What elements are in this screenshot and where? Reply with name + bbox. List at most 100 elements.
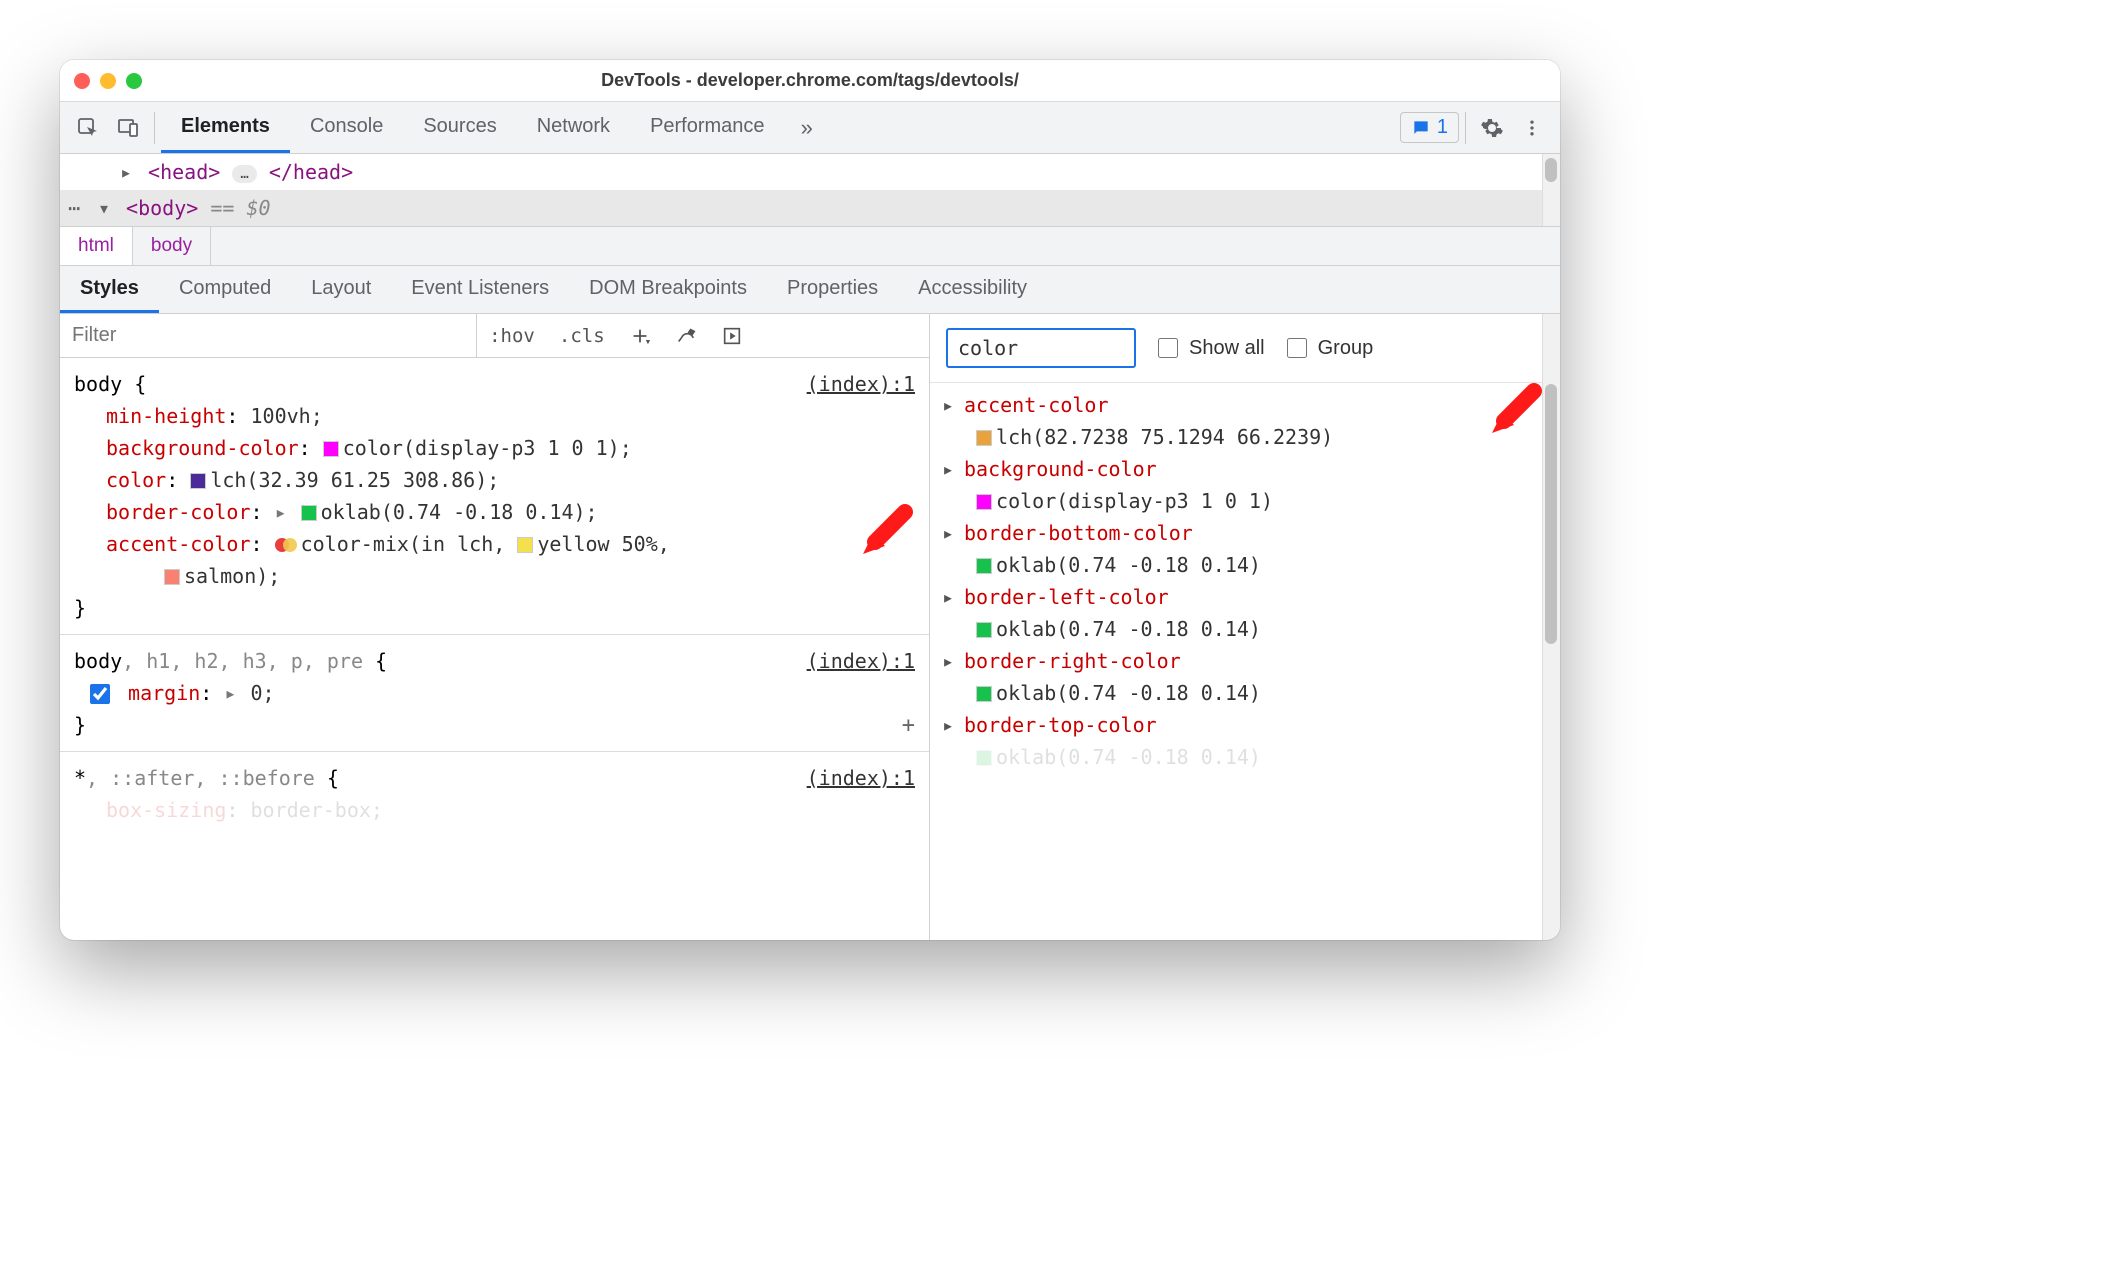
expand-icon[interactable]: ▸ bbox=[942, 517, 954, 549]
scrollbar[interactable] bbox=[1542, 154, 1560, 226]
show-all-input[interactable] bbox=[1158, 338, 1178, 358]
group-checkbox[interactable]: Group bbox=[1283, 335, 1374, 361]
computed-property[interactable]: ▸ border-left-color oklab(0.74 -0.18 0.1… bbox=[936, 581, 1560, 645]
scroll-thumb[interactable] bbox=[1545, 384, 1557, 644]
prop-value: color-mix(in lch, bbox=[301, 532, 518, 556]
color-swatch-icon[interactable] bbox=[190, 473, 206, 489]
color-swatch-icon[interactable] bbox=[976, 558, 992, 574]
css-property[interactable]: background-color: color(display-p3 1 0 1… bbox=[74, 432, 915, 464]
tab-elements[interactable]: Elements bbox=[161, 102, 290, 153]
computed-property[interactable]: ▸ background-color color(display-p3 1 0 … bbox=[936, 453, 1560, 517]
expand-icon[interactable]: ▸ bbox=[942, 389, 954, 421]
more-tabs-icon[interactable]: » bbox=[785, 115, 829, 141]
rules-list[interactable]: (index):1 body { min-height: 100vh; back… bbox=[60, 358, 929, 940]
color-swatch-icon[interactable] bbox=[976, 622, 992, 638]
more-menu-icon[interactable] bbox=[1512, 108, 1552, 148]
close-window-button[interactable] bbox=[74, 73, 90, 89]
tab-performance[interactable]: Performance bbox=[630, 102, 785, 153]
scroll-thumb[interactable] bbox=[1545, 158, 1557, 182]
css-property[interactable]: border-color: ▸ oklab(0.74 -0.18 0.14); bbox=[74, 496, 915, 528]
breadcrumb-html[interactable]: html bbox=[60, 227, 133, 265]
subtab-properties[interactable]: Properties bbox=[767, 266, 898, 313]
rule-selector[interactable]: *, ::after, ::before { bbox=[74, 762, 915, 794]
computed-property[interactable]: ▸ accent-color lch(82.7238 75.1294 66.22… bbox=[936, 389, 1560, 453]
expand-icon[interactable]: ▸ bbox=[942, 645, 954, 677]
rule-source-link[interactable]: (index):1 bbox=[807, 762, 915, 794]
subtab-event-listeners[interactable]: Event Listeners bbox=[391, 266, 569, 313]
new-rule-icon[interactable]: ▾ bbox=[617, 314, 664, 357]
color-swatch-icon[interactable] bbox=[301, 505, 317, 521]
color-swatch-icon[interactable] bbox=[517, 537, 533, 553]
subtab-accessibility[interactable]: Accessibility bbox=[898, 266, 1047, 313]
styles-filter-input[interactable] bbox=[60, 314, 477, 357]
prop-name: border-right-color bbox=[964, 649, 1181, 673]
inspect-element-icon[interactable] bbox=[68, 108, 108, 148]
css-property[interactable]: box-sizing: border-box; bbox=[74, 794, 915, 826]
color-swatch-icon[interactable] bbox=[976, 686, 992, 702]
computed-property[interactable]: ▸ border-right-color oklab(0.74 -0.18 0.… bbox=[936, 645, 1560, 709]
subtab-dom-breakpoints[interactable]: DOM Breakpoints bbox=[569, 266, 767, 313]
add-property-icon[interactable]: + bbox=[902, 708, 915, 743]
minimize-window-button[interactable] bbox=[100, 73, 116, 89]
css-property-cont[interactable]: salmon); bbox=[74, 560, 915, 592]
color-swatch-icon[interactable] bbox=[976, 430, 992, 446]
rule-source-link[interactable]: (index):1 bbox=[807, 368, 915, 400]
expand-icon[interactable]: ▸ bbox=[942, 581, 954, 613]
expand-icon[interactable]: ▸ bbox=[120, 156, 136, 188]
expand-shorthand-icon[interactable]: ▸ bbox=[224, 677, 238, 709]
css-rule[interactable]: (index):1 *, ::after, ::before { box-siz… bbox=[60, 752, 929, 836]
css-property[interactable]: accent-color: color-mix(in lch, yellow 5… bbox=[74, 528, 915, 560]
computed-property[interactable]: ▸ border-bottom-color oklab(0.74 -0.18 0… bbox=[936, 517, 1560, 581]
color-swatch-icon[interactable] bbox=[323, 441, 339, 457]
prop-name: border-color bbox=[106, 500, 251, 524]
scrollbar[interactable] bbox=[1542, 314, 1560, 940]
subtab-layout[interactable]: Layout bbox=[291, 266, 391, 313]
expand-icon[interactable]: ▸ bbox=[942, 709, 954, 741]
maximize-window-button[interactable] bbox=[126, 73, 142, 89]
computed-filter-input[interactable] bbox=[946, 328, 1136, 368]
show-all-label: Show all bbox=[1189, 337, 1265, 360]
css-property[interactable]: margin: ▸ 0; bbox=[74, 677, 915, 709]
expand-icon[interactable]: ▸ bbox=[942, 453, 954, 485]
css-property[interactable]: min-height: 100vh; bbox=[74, 400, 915, 432]
rendering-icon[interactable] bbox=[663, 314, 709, 357]
dom-tree[interactable]: ▸ <head> … </head> ⋯ ▾ <body> == $0 bbox=[60, 154, 1560, 226]
prop-name: border-bottom-color bbox=[964, 521, 1193, 545]
cls-button[interactable]: .cls bbox=[547, 314, 617, 357]
css-rule[interactable]: (index):1 body { min-height: 100vh; back… bbox=[60, 358, 929, 635]
settings-icon[interactable] bbox=[1472, 108, 1512, 148]
collapsed-icon[interactable]: … bbox=[232, 165, 256, 183]
split-pane: :hov .cls ▾ (index):1 body { bbox=[60, 314, 1560, 940]
rule-source-link[interactable]: (index):1 bbox=[807, 645, 915, 677]
collapse-icon[interactable]: ▾ bbox=[98, 192, 114, 224]
subtab-styles[interactable]: Styles bbox=[60, 266, 159, 313]
expand-shorthand-icon[interactable]: ▸ bbox=[275, 496, 289, 528]
issues-count: 1 bbox=[1437, 116, 1448, 139]
prop-value: color(display-p3 1 0 1) bbox=[996, 489, 1273, 513]
rule-selector[interactable]: body { bbox=[74, 368, 915, 400]
subtab-computed[interactable]: Computed bbox=[159, 266, 291, 313]
computed-toggle-icon[interactable] bbox=[709, 314, 755, 357]
breadcrumb-body[interactable]: body bbox=[133, 227, 211, 265]
device-toolbar-icon[interactable] bbox=[108, 108, 148, 148]
hov-button[interactable]: :hov bbox=[477, 314, 547, 357]
tab-console[interactable]: Console bbox=[290, 102, 403, 153]
color-mix-swatch-icon[interactable] bbox=[275, 538, 295, 552]
computed-property[interactable]: ▸ border-top-color oklab(0.74 -0.18 0.14… bbox=[936, 709, 1560, 773]
color-swatch-icon[interactable] bbox=[976, 494, 992, 510]
tab-sources[interactable]: Sources bbox=[403, 102, 516, 153]
property-toggle-checkbox[interactable] bbox=[90, 684, 110, 704]
computed-list[interactable]: ▸ accent-color lch(82.7238 75.1294 66.22… bbox=[930, 383, 1560, 940]
tab-network[interactable]: Network bbox=[517, 102, 630, 153]
issues-button[interactable]: 1 bbox=[1400, 112, 1459, 143]
show-all-checkbox[interactable]: Show all bbox=[1154, 335, 1265, 361]
rule-selector[interactable]: body, h1, h2, h3, p, pre { bbox=[74, 645, 915, 677]
css-property[interactable]: color: lch(32.39 61.25 308.86); bbox=[74, 464, 915, 496]
overflow-icon[interactable]: ⋯ bbox=[60, 192, 88, 224]
dom-head-row[interactable]: ▸ <head> … </head> bbox=[60, 154, 1560, 190]
dom-body-row[interactable]: ⋯ ▾ <body> == $0 bbox=[60, 190, 1560, 226]
color-swatch-icon[interactable] bbox=[164, 569, 180, 585]
css-rule[interactable]: (index):1 body, h1, h2, h3, p, pre { mar… bbox=[60, 635, 929, 752]
group-input[interactable] bbox=[1287, 338, 1307, 358]
prop-value: lch(82.7238 75.1294 66.2239) bbox=[996, 425, 1333, 449]
